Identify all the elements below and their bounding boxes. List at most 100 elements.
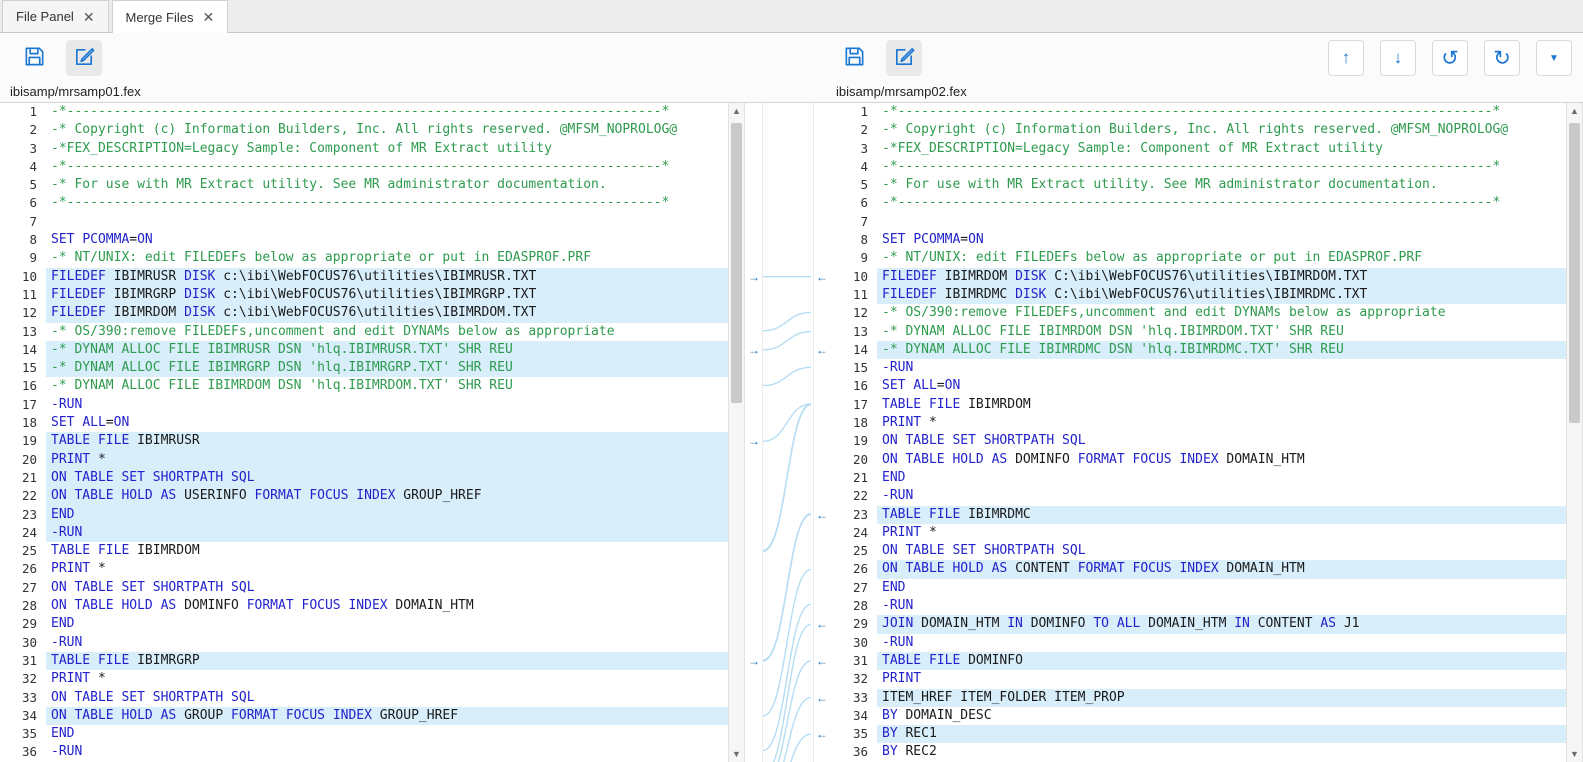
code-line[interactable]: TABLE FILE IBIMRDOM [877, 396, 1566, 414]
code-line[interactable]: -* OS/390:remove FILEDEFs,uncomment and … [877, 304, 1566, 322]
code-line[interactable]: -* OS/390:remove FILEDEFs,uncomment and … [46, 323, 728, 341]
merge-options-dropdown[interactable]: ▼ [1536, 40, 1572, 76]
left-scrollbar-thumb[interactable] [731, 123, 742, 403]
code-line[interactable]: PRINT [877, 670, 1566, 688]
code-line[interactable]: -*--------------------------------------… [46, 158, 728, 176]
code-line[interactable]: ON TABLE HOLD AS GROUP FORMAT FOCUS INDE… [46, 707, 728, 725]
next-diff-button[interactable]: ↓ [1380, 40, 1416, 76]
left-code-editor[interactable]: -*--------------------------------------… [46, 103, 728, 762]
code-line[interactable]: PRINT * [46, 451, 728, 469]
code-line[interactable]: PRINT * [877, 524, 1566, 542]
code-line[interactable]: -* NT/UNIX: edit FILEDEFs below as appro… [46, 249, 728, 267]
merge-left-arrow-icon[interactable]: ← [814, 616, 830, 632]
code-line[interactable]: -RUN [877, 359, 1566, 377]
merge-right-arrow-icon[interactable]: → [746, 653, 762, 669]
merge-left-arrow-icon[interactable]: ← [814, 690, 830, 706]
code-line[interactable]: END [46, 506, 728, 524]
redo-button[interactable]: ↻ [1484, 40, 1520, 76]
code-line[interactable]: END [46, 615, 728, 633]
code-line[interactable]: TABLE FILE IBIMRUSR [46, 432, 728, 450]
left-save-button[interactable] [16, 40, 52, 76]
code-line[interactable]: -RUN [877, 597, 1566, 615]
code-line[interactable]: PRINT * [877, 414, 1566, 432]
code-line[interactable]: ON TABLE HOLD AS DOMINFO FORMAT FOCUS IN… [877, 451, 1566, 469]
undo-button[interactable]: ↺ [1432, 40, 1468, 76]
code-line[interactable]: ITEM_HREF ITEM_FOLDER ITEM_PROP [877, 689, 1566, 707]
scroll-up-icon[interactable]: ▲ [1567, 103, 1582, 119]
merge-right-arrow-icon[interactable]: → [746, 433, 762, 449]
code-line[interactable]: ON TABLE SET SHORTPATH SQL [46, 579, 728, 597]
code-line[interactable]: ON TABLE SET SHORTPATH SQL [46, 689, 728, 707]
right-code-editor[interactable]: -*--------------------------------------… [877, 103, 1566, 762]
right-save-button[interactable] [836, 40, 872, 76]
code-line[interactable]: END [46, 725, 728, 743]
code-line[interactable]: JOIN DOMAIN_HTM IN DOMINFO TO ALL DOMAIN… [877, 615, 1566, 633]
code-line[interactable]: FILEDEF IBIMRUSR DISK c:\ibi\WebFOCUS76\… [46, 268, 728, 286]
code-line[interactable]: -* DYNAM ALLOC FILE IBIMRDMC DSN 'hlq.IB… [877, 341, 1566, 359]
code-line[interactable]: ON TABLE SET SHORTPATH SQL [877, 542, 1566, 560]
code-line[interactable]: -* DYNAM ALLOC FILE IBIMRUSR DSN 'hlq.IB… [46, 341, 728, 359]
scroll-down-icon[interactable]: ▼ [1567, 746, 1582, 762]
code-line[interactable]: -* DYNAM ALLOC FILE IBIMRDOM DSN 'hlq.IB… [877, 323, 1566, 341]
right-scrollbar-thumb[interactable] [1569, 123, 1580, 423]
code-line[interactable]: SET PCOMMA=ON [877, 231, 1566, 249]
code-line[interactable]: PRINT * [46, 670, 728, 688]
code-line[interactable]: -* For use with MR Extract utility. See … [877, 176, 1566, 194]
code-line[interactable]: -RUN [46, 743, 728, 761]
right-scrollbar[interactable]: ▲ ▼ [1566, 103, 1583, 762]
code-line[interactable] [46, 213, 728, 231]
code-line[interactable]: -*--------------------------------------… [46, 194, 728, 212]
code-line[interactable]: ON TABLE HOLD AS USERINFO FORMAT FOCUS I… [46, 487, 728, 505]
left-scrollbar[interactable]: ▲ ▼ [728, 103, 745, 762]
code-line[interactable]: -RUN [877, 634, 1566, 652]
code-line[interactable]: -* DYNAM ALLOC FILE IBIMRGRP DSN 'hlq.IB… [46, 359, 728, 377]
code-line[interactable]: SET ALL=ON [46, 414, 728, 432]
scroll-down-icon[interactable]: ▼ [729, 746, 744, 762]
code-line[interactable]: PRINT * [46, 560, 728, 578]
code-line[interactable]: -RUN [877, 487, 1566, 505]
code-line[interactable]: TABLE FILE IBIMRDMC [877, 506, 1566, 524]
code-line[interactable] [877, 213, 1566, 231]
previous-diff-button[interactable]: ↑ [1328, 40, 1364, 76]
tab-close-icon[interactable]: ✕ [83, 10, 95, 24]
code-line[interactable]: -RUN [46, 634, 728, 652]
merge-left-arrow-icon[interactable]: ← [814, 726, 830, 742]
code-line[interactable]: ON TABLE HOLD AS CONTENT FORMAT FOCUS IN… [877, 560, 1566, 578]
code-line[interactable]: TABLE FILE DOMINFO [877, 652, 1566, 670]
code-line[interactable]: ON TABLE HOLD AS DOMINFO FORMAT FOCUS IN… [46, 597, 728, 615]
code-line[interactable]: FILEDEF IBIMRDMC DISK C:\ibi\WebFOCUS76\… [877, 286, 1566, 304]
code-line[interactable]: BY REC2 [877, 743, 1566, 761]
code-line[interactable]: BY REC1 [877, 725, 1566, 743]
code-line[interactable]: -*--------------------------------------… [877, 158, 1566, 176]
merge-left-arrow-icon[interactable]: ← [814, 342, 830, 358]
merge-left-arrow-icon[interactable]: ← [814, 653, 830, 669]
merge-right-arrow-icon[interactable]: → [746, 342, 762, 358]
code-line[interactable]: END [877, 469, 1566, 487]
code-line[interactable]: -*FEX_DESCRIPTION=Legacy Sample: Compone… [46, 140, 728, 158]
code-line[interactable]: -* NT/UNIX: edit FILEDEFs below as appro… [877, 249, 1566, 267]
scroll-up-icon[interactable]: ▲ [729, 103, 744, 119]
tab-merge-files[interactable]: Merge Files ✕ [112, 0, 229, 33]
tab-close-icon[interactable]: ✕ [202, 10, 214, 24]
code-line[interactable]: -*--------------------------------------… [877, 103, 1566, 121]
code-line[interactable]: END [877, 579, 1566, 597]
code-line[interactable]: FILEDEF IBIMRGRP DISK c:\ibi\WebFOCUS76\… [46, 286, 728, 304]
code-line[interactable]: FILEDEF IBIMRDOM DISK c:\ibi\WebFOCUS76\… [46, 304, 728, 322]
code-line[interactable]: -*--------------------------------------… [877, 194, 1566, 212]
code-line[interactable]: ON TABLE SET SHORTPATH SQL [877, 432, 1566, 450]
tab-file-panel[interactable]: File Panel ✕ [2, 0, 109, 32]
code-line[interactable]: SET ALL=ON [877, 377, 1566, 395]
code-line[interactable]: BY DOMAIN_DESC [877, 707, 1566, 725]
code-line[interactable]: -* Copyright (c) Information Builders, I… [46, 121, 728, 139]
right-edit-button[interactable] [886, 40, 922, 76]
merge-right-arrow-icon[interactable]: → [746, 269, 762, 285]
code-line[interactable]: -*--------------------------------------… [46, 103, 728, 121]
left-edit-button[interactable] [66, 40, 102, 76]
code-line[interactable]: TABLE FILE IBIMRGRP [46, 652, 728, 670]
code-line[interactable]: -*FEX_DESCRIPTION=Legacy Sample: Compone… [877, 140, 1566, 158]
code-line[interactable]: -* Copyright (c) Information Builders, I… [877, 121, 1566, 139]
code-line[interactable]: TABLE FILE IBIMRDOM [46, 542, 728, 560]
code-line[interactable]: -RUN [46, 396, 728, 414]
code-line[interactable]: -* For use with MR Extract utility. See … [46, 176, 728, 194]
code-line[interactable]: SET PCOMMA=ON [46, 231, 728, 249]
